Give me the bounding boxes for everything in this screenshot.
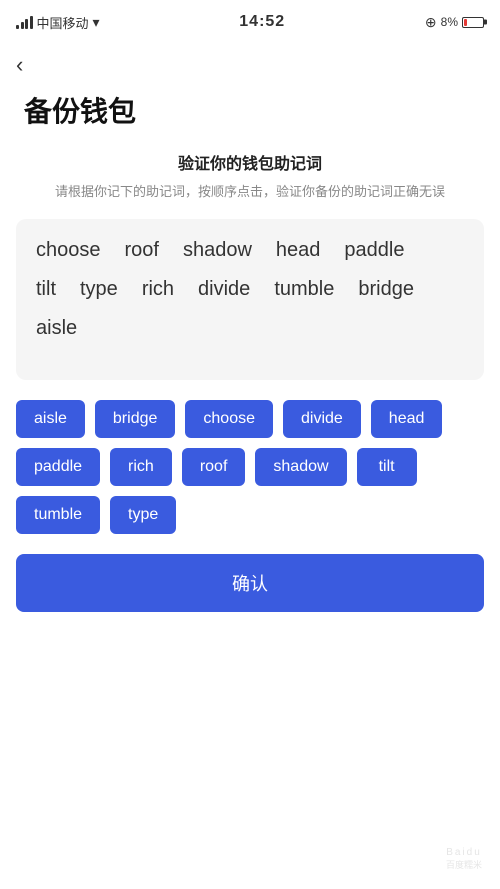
confirm-btn-wrap: 确认 bbox=[16, 554, 484, 612]
word-chip[interactable]: rich bbox=[110, 448, 172, 486]
section-heading: 验证你的钱包助记词 bbox=[0, 150, 500, 174]
word-chip[interactable]: tumble bbox=[16, 496, 100, 534]
display-word: aisle bbox=[36, 317, 77, 340]
chips-row: aisle bridge choose divide head paddle richroo… bbox=[16, 400, 484, 534]
circle-icon: ⊕ bbox=[425, 14, 437, 31]
display-word: divide bbox=[198, 278, 250, 301]
display-word: rich bbox=[142, 278, 174, 301]
display-word: shadow bbox=[183, 239, 252, 262]
carrier-wifi: 中国移动 ▾ bbox=[16, 13, 100, 32]
word-chip[interactable]: tilt bbox=[357, 448, 417, 486]
display-word: paddle bbox=[344, 239, 404, 262]
word-chip[interactable]: type bbox=[110, 496, 176, 534]
signal-icon bbox=[16, 15, 33, 29]
display-word: bridge bbox=[358, 278, 414, 301]
display-word: head bbox=[276, 239, 321, 262]
carrier-label: 中国移动 bbox=[37, 13, 89, 32]
display-word: tilt bbox=[36, 278, 56, 301]
page-title: 备份钱包 bbox=[0, 82, 500, 150]
word-chip[interactable]: shadow bbox=[255, 448, 346, 486]
status-right: ⊕ 8% bbox=[425, 14, 484, 31]
watermark: Baidu 百度糯米 bbox=[446, 847, 482, 871]
word-chip[interactable]: divide bbox=[283, 400, 361, 438]
word-chip[interactable]: head bbox=[371, 400, 443, 438]
word-display-box: choose roof shadow head paddle tilt type rich di… bbox=[16, 219, 484, 380]
section-desc: 请根据你记下的助记词，按顺序点击，验证你备份的助记词正确无误 bbox=[0, 182, 500, 203]
display-word: roof bbox=[125, 239, 159, 262]
status-bar: 中国移动 ▾ 14:52 ⊕ 8% bbox=[0, 0, 500, 44]
battery-pct: 8% bbox=[441, 15, 458, 29]
word-chips-area: aisle bridge choose divide head paddle richroo… bbox=[16, 400, 484, 534]
confirm-button[interactable]: 确认 bbox=[16, 554, 484, 612]
display-word: tumble bbox=[274, 278, 334, 301]
display-word: choose bbox=[36, 239, 101, 262]
display-word: type bbox=[80, 278, 118, 301]
battery-icon bbox=[462, 17, 484, 28]
word-chip[interactable]: choose bbox=[185, 400, 273, 438]
word-chip[interactable]: roof bbox=[182, 448, 246, 486]
back-button[interactable]: ‹ bbox=[0, 44, 39, 82]
word-chip[interactable]: paddle bbox=[16, 448, 100, 486]
word-chip[interactable]: bridge bbox=[95, 400, 175, 438]
status-time: 14:52 bbox=[239, 13, 285, 31]
wifi-icon: ▾ bbox=[93, 14, 100, 31]
word-chip[interactable]: aisle bbox=[16, 400, 85, 438]
word-display-row: choose roof shadow head paddle tilt type rich di… bbox=[36, 239, 464, 356]
